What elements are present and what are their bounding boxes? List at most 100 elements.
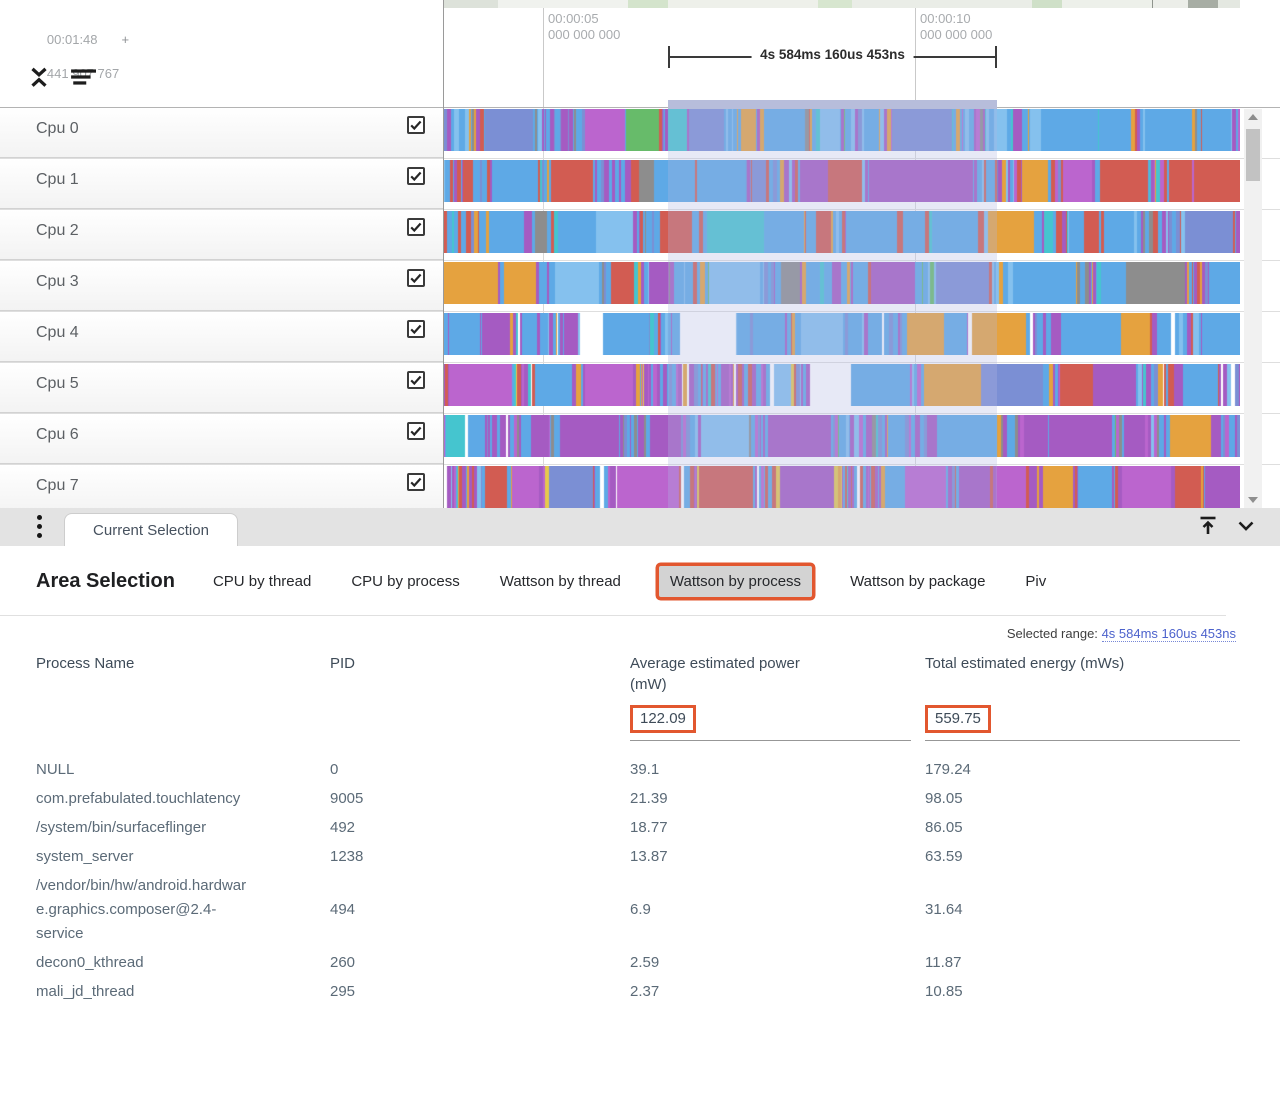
kebab-menu-icon[interactable] <box>32 515 46 541</box>
track-row-cpu-5: Cpu 5 <box>0 363 1280 414</box>
track-checkbox[interactable] <box>407 218 425 236</box>
track-label: Cpu 4 <box>36 324 79 342</box>
track-row-cpu-7: Cpu 7 <box>0 465 1280 508</box>
table-row: system_server123813.8763.59 <box>36 842 1240 871</box>
cell-total-energy: 31.64 <box>925 898 1240 922</box>
selected-range-label: Selected range: <box>1007 626 1098 641</box>
track-row-cpu-3: Cpu 3 <box>0 261 1280 312</box>
time-ruler: 00:00:05000 000 000 00:00:10000 000 000 … <box>443 8 1280 108</box>
ruler-tick-label: 00:00:05000 000 000 <box>548 11 668 43</box>
track-checkbox[interactable] <box>407 167 425 185</box>
collapse-tracks-icon[interactable] <box>26 64 52 90</box>
cell-avg-power: 21.39 <box>630 787 925 811</box>
track-name-cell[interactable]: Cpu 7 <box>0 465 443 508</box>
expand-panel-to-top-icon[interactable] <box>1196 514 1220 538</box>
track-name-cell[interactable]: Cpu 3 <box>0 261 443 311</box>
plus-sign: + <box>122 32 130 47</box>
track-header-panel: 00:01:48+ 441 907 767 <box>0 8 443 108</box>
view-tab-wattson-by-thread[interactable]: Wattson by thread <box>498 566 623 597</box>
cell-total-energy: 86.05 <box>925 816 1240 840</box>
track-checkbox[interactable] <box>407 422 425 440</box>
track-checkbox[interactable] <box>407 116 425 134</box>
cell-avg-power: 13.87 <box>630 845 925 869</box>
track-checkbox[interactable] <box>407 473 425 491</box>
selection-tab-bar: Current Selection <box>0 508 1280 546</box>
selected-range-duration: 4s 584ms 160us 453ns <box>751 47 914 62</box>
track-name-cell[interactable]: Cpu 2 <box>0 210 443 260</box>
cell-avg-power: 6.9 <box>630 898 925 922</box>
area-selection-handle[interactable] <box>668 100 997 109</box>
cell-avg-power: 39.1 <box>630 758 925 782</box>
cell-total-energy: 63.59 <box>925 845 1240 869</box>
track-timeline-canvas[interactable] <box>444 364 1240 406</box>
wattson-process-table: Process Name PID Average estimated power… <box>36 645 1240 1006</box>
cell-process-name: /vendor/bin/hw/android.hardware.graphics… <box>36 874 260 946</box>
track-label: Cpu 1 <box>36 171 79 189</box>
track-label: Cpu 3 <box>36 273 79 291</box>
area-selection-detail: Area Selection CPU by thread CPU by proce… <box>0 546 1280 1116</box>
table-totals-row: 122.09 559.75 <box>36 705 1240 741</box>
scrollbar-thumb[interactable] <box>1246 129 1260 181</box>
column-header-avg-power: Average estimated power (mW) <box>630 653 815 695</box>
scroll-down-icon[interactable] <box>1248 497 1258 503</box>
table-row: decon0_kthread 2602.5911.87 <box>36 948 1240 977</box>
view-tab-wattson-by-process[interactable]: Wattson by process <box>659 566 812 597</box>
track-timeline-canvas[interactable] <box>444 211 1240 253</box>
view-tab-cpu-by-thread[interactable]: CPU by thread <box>211 566 313 597</box>
cursor-time: 00:01:48 <box>47 32 98 47</box>
total-avg-power-value: 122.09 <box>630 705 696 733</box>
track-label: Cpu 2 <box>36 222 79 240</box>
details-panel: Current Selection Area Selection <box>0 508 1280 1116</box>
track-timeline-canvas[interactable] <box>444 160 1240 202</box>
detail-title: Area Selection <box>36 570 175 593</box>
cell-process-name: mali_jd_thread <box>36 980 260 1004</box>
track-row-cpu-6: Cpu 6 <box>0 414 1280 465</box>
cell-pid: 492 <box>330 816 630 840</box>
track-name-cell[interactable]: Cpu 4 <box>0 312 443 362</box>
track-row-cpu-2: Cpu 2 <box>0 210 1280 261</box>
tab-current-selection[interactable]: Current Selection <box>64 513 238 547</box>
view-tab-piv[interactable]: Piv <box>1023 566 1048 597</box>
column-header-pid: PID <box>330 653 630 674</box>
cell-process-name: NULL <box>36 758 260 782</box>
column-header-total-energy: Total estimated energy (mWs) <box>925 653 1240 674</box>
tracks-scrollbar[interactable] <box>1244 109 1262 508</box>
track-timeline-canvas[interactable] <box>444 262 1240 304</box>
cell-avg-power: 2.59 <box>630 951 925 975</box>
track-name-cell[interactable]: Cpu 1 <box>0 159 443 209</box>
cell-pid: 295 <box>330 980 630 1004</box>
track-checkbox[interactable] <box>407 320 425 338</box>
table-row: /system/bin/surfaceflinger49218.7786.05 <box>36 813 1240 842</box>
table-header-row: Process Name PID Average estimated power… <box>36 645 1240 695</box>
track-checkbox[interactable] <box>407 371 425 389</box>
track-timeline-canvas[interactable] <box>444 109 1240 151</box>
track-timeline-canvas[interactable] <box>444 415 1240 457</box>
track-timeline-canvas[interactable] <box>444 466 1240 508</box>
table-row: com.prefabulated.touchlatency900521.3998… <box>36 784 1240 813</box>
cell-total-energy: 11.87 <box>925 951 1240 975</box>
cell-total-energy: 98.05 <box>925 787 1240 811</box>
sort-tracks-icon[interactable] <box>70 64 96 90</box>
track-label: Cpu 7 <box>36 477 79 495</box>
cell-pid: 0 <box>330 758 630 782</box>
track-checkbox[interactable] <box>407 269 425 287</box>
cell-pid: 9005 <box>330 787 630 811</box>
track-name-cell[interactable]: Cpu 5 <box>0 363 443 413</box>
table-row: /vendor/bin/hw/android.hardware.graphics… <box>36 871 1240 948</box>
column-header-process-name: Process Name <box>36 653 330 674</box>
ruler-tick-label: 00:00:10000 000 000 <box>920 11 1040 43</box>
table-row: mali_jd_thread2952.3710.85 <box>36 977 1240 1006</box>
collapse-panel-icon[interactable] <box>1234 514 1258 538</box>
view-tab-wattson-by-package[interactable]: Wattson by package <box>848 566 987 597</box>
view-tab-cpu-by-process[interactable]: CPU by process <box>349 566 461 597</box>
panel-divider <box>443 0 444 508</box>
cell-process-name: decon0_kthread <box>36 951 260 975</box>
track-name-cell[interactable]: Cpu 0 <box>0 108 443 158</box>
track-name-cell[interactable]: Cpu 6 <box>0 414 443 464</box>
cell-pid: 260 <box>330 951 630 975</box>
track-label: Cpu 5 <box>36 375 79 393</box>
track-timeline-canvas[interactable] <box>444 313 1240 355</box>
cell-total-energy: 179.24 <box>925 758 1240 782</box>
scroll-up-icon[interactable] <box>1248 114 1258 120</box>
selected-range-link[interactable]: 4s 584ms 160us 453ns <box>1102 626 1236 642</box>
